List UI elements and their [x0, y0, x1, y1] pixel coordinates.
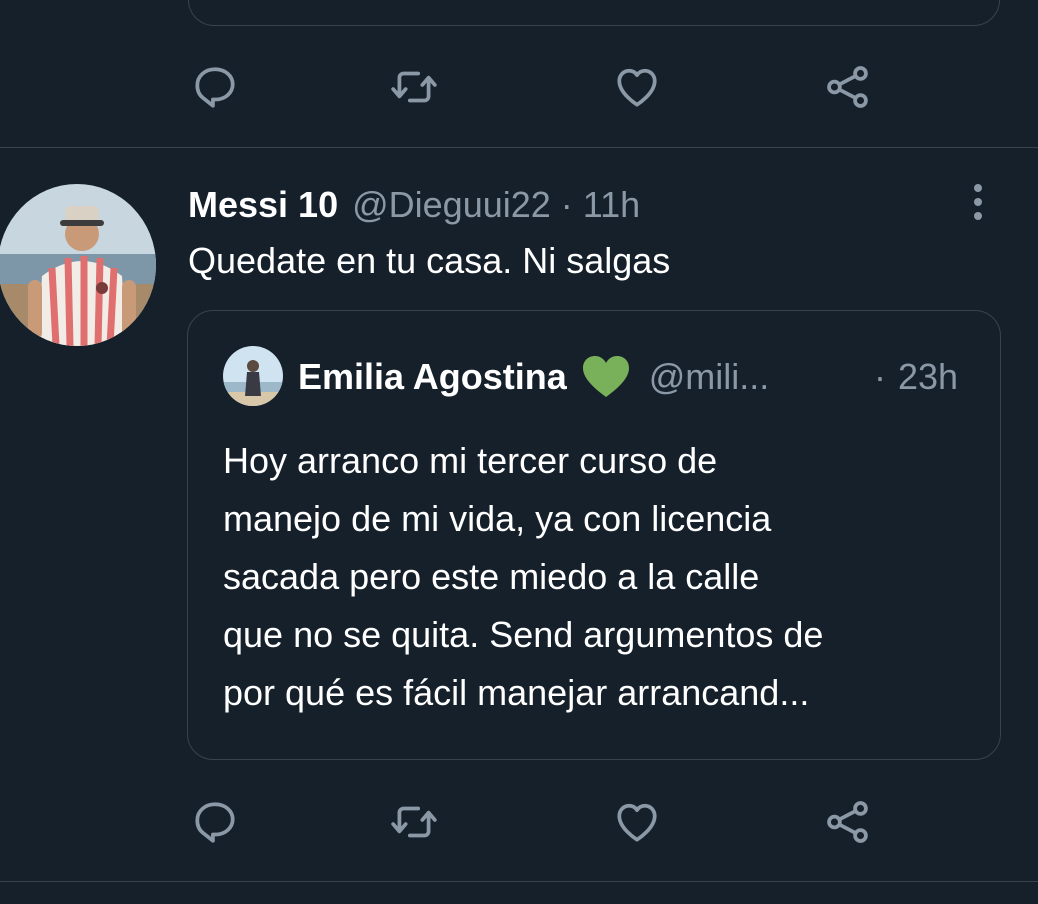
reply-button[interactable] — [185, 57, 245, 117]
heart-icon — [617, 68, 657, 107]
quoted-text-line: Hoy arranco mi tercer curso de — [223, 440, 718, 481]
tweet-actions — [188, 792, 888, 852]
quoted-tweet-time: · 23h — [874, 350, 958, 404]
quoted-text-line: que no se quita. Send argumentos de — [223, 614, 824, 655]
more-vertical-icon — [974, 184, 982, 220]
quoted-separator-dot: · — [874, 356, 886, 397]
quoted-tweet-header: Emilia Agostina @mili... — [298, 350, 769, 404]
quoted-user-handle: @mili... — [648, 356, 770, 397]
quoted-avatar — [223, 346, 283, 406]
previous-media-card[interactable] — [188, 0, 1000, 26]
retweet-button[interactable] — [384, 792, 444, 852]
user-handle[interactable]: @Dieguui22 — [352, 184, 551, 226]
quoted-tweet-text: Hoy arranco mi tercer curso de manejo de… — [223, 432, 983, 722]
like-button[interactable] — [607, 57, 667, 117]
more-options-button[interactable] — [958, 180, 998, 224]
timeline: Messi 10 @Dieguui22 · 11h Quedate en tu … — [0, 0, 1038, 904]
retweet-icon — [391, 806, 437, 838]
share-icon — [827, 66, 868, 108]
quoted-timestamp: 23h — [898, 356, 959, 397]
display-name[interactable]: Messi 10 — [188, 184, 338, 226]
tweet-divider — [0, 147, 1038, 148]
retweet-icon — [391, 71, 437, 103]
retweet-button[interactable] — [384, 57, 444, 117]
profile-photo — [0, 184, 156, 346]
quoted-display-name: Emilia Agostina — [298, 356, 567, 397]
separator-dot: · — [560, 184, 573, 225]
reply-icon — [195, 802, 235, 843]
quoted-text-line: manejo de mi vida, ya con licencia — [223, 498, 772, 539]
quoted-text-line: sacada pero este miedo a la calle — [223, 556, 760, 597]
avatar[interactable] — [0, 184, 156, 346]
share-icon — [827, 801, 868, 843]
share-button[interactable] — [818, 792, 878, 852]
previous-tweet-actions — [188, 57, 888, 117]
tweet-timestamp[interactable]: 11h — [583, 184, 640, 226]
quoted-profile-photo — [223, 346, 283, 406]
tweet-divider — [0, 881, 1038, 882]
reply-button[interactable] — [185, 792, 245, 852]
tweet-text: Quedate en tu casa. Ni salgas — [188, 240, 671, 281]
tweet-header: Messi 10 @Dieguui22 · 11h — [188, 180, 640, 230]
heart-icon — [617, 803, 657, 842]
share-button[interactable] — [818, 57, 878, 117]
green-heart-emoji-icon — [582, 356, 629, 397]
like-button[interactable] — [607, 792, 667, 852]
quoted-text-line: por qué es fácil manejar arrancand... — [223, 672, 810, 713]
reply-icon — [195, 67, 235, 108]
